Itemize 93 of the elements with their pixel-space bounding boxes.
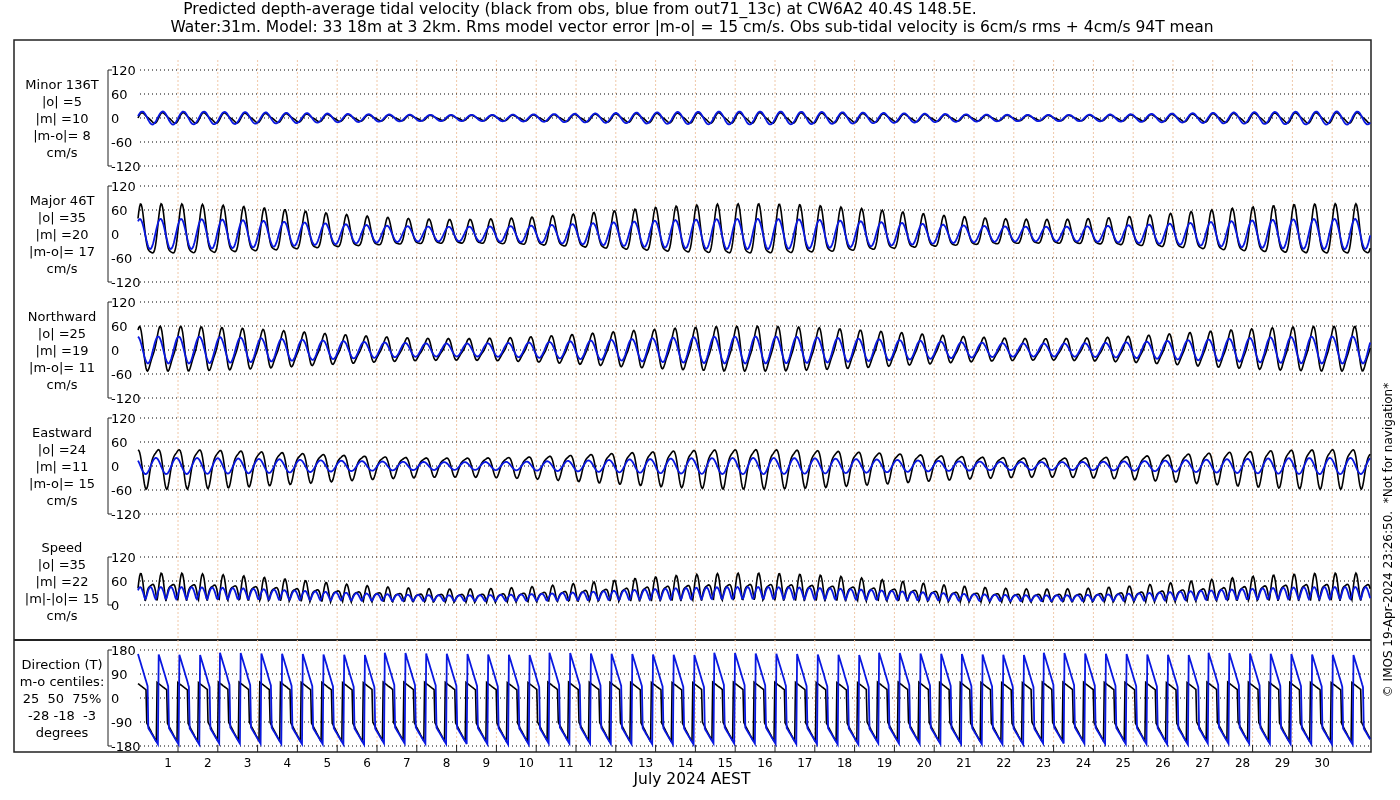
axis-tick-label: -120 (111, 159, 141, 174)
day-label: 26 (1155, 756, 1171, 770)
day-label: 25 (1115, 756, 1131, 770)
axis-tick-label: 60 (111, 87, 128, 102)
day-label: 23 (1035, 756, 1052, 770)
panel-label: |m|-|o|= 15 (24, 591, 100, 606)
day-label: 20 (916, 756, 932, 770)
panel-label: |m-o|= 15 (29, 476, 95, 491)
panel-label: |m| =22 (35, 574, 89, 589)
axis-tick-label: 0 (111, 227, 120, 242)
panel-label: Speed (41, 540, 83, 555)
chart-title: Predicted depth-average tidal velocity (black from obs, blue from out71_13c) at CW6A2 40.4S 148.5E. (183, 0, 977, 18)
axis-tick-label: -60 (111, 483, 133, 498)
axis-tick-label: 120 (111, 295, 136, 310)
day-label: 19 (876, 756, 893, 770)
day-label: 4 (283, 756, 292, 770)
axis-tick-label: -90 (111, 715, 133, 730)
day-label: 30 (1314, 756, 1330, 770)
day-label: 21 (956, 756, 972, 770)
day-label: 7 (403, 756, 411, 770)
axis-tick-label: -120 (111, 507, 141, 522)
day-label: 10 (518, 756, 534, 770)
axis-title: July 2024 AEST (633, 770, 751, 788)
panel-label: cm/s (46, 608, 78, 623)
day-label: 1 (164, 756, 172, 770)
day-label: 5 (323, 756, 331, 770)
panel-label: cm/s (46, 377, 78, 392)
panel-label: Major 46T (29, 193, 95, 208)
day-label: 16 (757, 756, 773, 770)
panel-label: |m| =10 (35, 111, 89, 126)
panel-label: |m-o|= 17 (29, 244, 95, 259)
day-label: 13 (637, 756, 654, 770)
panel-label: |o| =5 (42, 94, 82, 109)
panel-label: |o| =35 (37, 557, 87, 572)
panel-label: cm/s (46, 493, 78, 508)
panel-label: |o| =24 (37, 442, 87, 457)
axis-tick-label: -60 (111, 367, 133, 382)
panel-label: Direction (T) (21, 657, 103, 672)
panel-label: |m| =19 (35, 343, 89, 358)
axis-tick-label: -120 (111, 391, 141, 406)
axis-tick-label: 60 (111, 319, 128, 334)
axis-tick-label: 0 (111, 343, 120, 358)
axis-tick-label: 0 (111, 111, 120, 126)
day-label: 8 (442, 756, 451, 770)
y-axis-line (107, 556, 113, 606)
day-label: 15 (717, 756, 733, 770)
day-label: 28 (1234, 756, 1251, 770)
panel-label: |m| =11 (35, 459, 89, 474)
axis-tick-label: 60 (111, 574, 128, 589)
axis-tick-label: -120 (111, 275, 141, 290)
axis-tick-label: 0 (111, 598, 120, 613)
panel-label: cm/s (46, 261, 78, 276)
axis-tick-label: -60 (111, 135, 133, 150)
day-label: 2 (204, 756, 212, 770)
panel-label: -28 -18 -3 (28, 708, 96, 723)
panel-label: Northward (27, 309, 97, 324)
day-label: 24 (1075, 756, 1092, 770)
panel-label: |m| =20 (35, 227, 89, 242)
axis-tick-label: 120 (111, 411, 136, 426)
axis-tick-label: 0 (111, 459, 120, 474)
panel-label: Minor 136T (25, 77, 99, 92)
axis-tick-label: 0 (111, 691, 120, 706)
axis-tick-label: 120 (111, 179, 136, 194)
axis-tick-label: -60 (111, 251, 133, 266)
day-label: 14 (677, 756, 694, 770)
panel-label: 25 50 75% (22, 691, 102, 706)
axis-tick-label: 60 (111, 203, 128, 218)
day-label: 29 (1274, 756, 1291, 770)
axis-tick-label: 180 (111, 643, 136, 658)
day-label: 18 (836, 756, 853, 770)
credit-text: © IMOS 19-Apr-2024 23:26:50. *Not for navigation* (1381, 382, 1395, 698)
axis-tick-label: 60 (111, 435, 128, 450)
panel-label: |o| =25 (37, 326, 87, 341)
axis-tick-label: -180 (111, 739, 141, 754)
panel-label: cm/s (46, 145, 78, 160)
panel-label: m-o centiles: (19, 674, 105, 689)
panel-label: Eastward (32, 425, 92, 440)
axis-tick-label: 90 (111, 667, 128, 682)
day-label: 9 (482, 756, 491, 770)
day-label: 27 (1195, 756, 1211, 770)
day-label: 22 (996, 756, 1012, 770)
axis-tick-label: 120 (111, 63, 136, 78)
day-label: 3 (243, 756, 252, 770)
panel-label: |m-o|= 8 (33, 128, 91, 143)
day-label: 11 (558, 756, 574, 770)
panel-label: |o| =35 (37, 210, 87, 225)
panel-label: degrees (35, 725, 89, 740)
day-label: 17 (797, 756, 813, 770)
panel-label: |m-o|= 11 (29, 360, 95, 375)
axis-tick-label: 120 (111, 550, 136, 565)
chart-title: Water:31m. Model: 33 18m at 3 2km. Rms model vector error |m-o| = 15 cm/s. Obs sub-tidal velocity is 6cm/s rms + 4cm/s 94T mean (170, 18, 1214, 36)
day-label: 6 (363, 756, 371, 770)
day-label: 12 (598, 756, 614, 770)
